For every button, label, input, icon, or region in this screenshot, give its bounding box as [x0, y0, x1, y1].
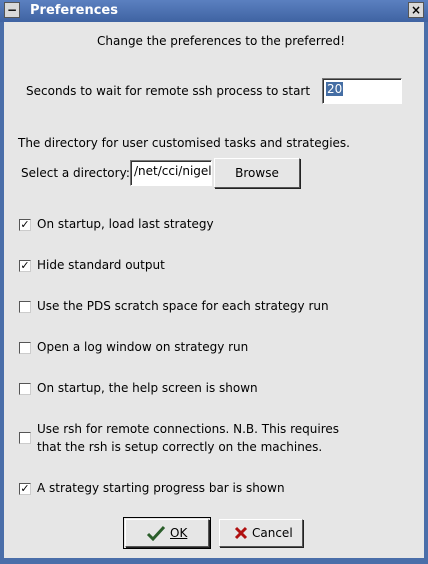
window-bottom-border[interactable]: [4, 558, 424, 564]
ok-button[interactable]: OK: [123, 517, 211, 549]
dialog-body: Change the preferences to the preferred!…: [4, 22, 424, 558]
browse-button[interactable]: Browse: [214, 158, 300, 188]
cancel-x-icon: [234, 526, 248, 540]
help-screen-label: On startup, the help screen is shown: [37, 381, 258, 395]
preferences-window: − Preferences × Change the preferences t…: [0, 0, 428, 564]
log-window-label: Open a log window on strategy run: [37, 340, 249, 354]
pds-scratch-label: Use the PDS scratch space for each strat…: [37, 299, 329, 313]
hide-standard-output-label: Hide standard output: [37, 258, 165, 272]
use-rsh-checkbox[interactable]: [19, 432, 31, 444]
hide-standard-output-checkbox[interactable]: ✓: [19, 260, 31, 272]
ssh-wait-input[interactable]: 20: [322, 78, 402, 104]
use-rsh-label-line1: Use rsh for remote connections. N.B. Thi…: [37, 422, 340, 436]
cancel-label: Cancel: [252, 526, 293, 540]
use-rsh-label-line2: that the rsh is setup correctly on the m…: [37, 440, 323, 454]
progress-bar-label: A strategy starting progress bar is show…: [37, 481, 285, 495]
load-last-strategy-label: On startup, load last strategy: [37, 217, 214, 231]
directory-description: The directory for user customised tasks …: [18, 136, 350, 150]
window-title: Preferences: [30, 3, 118, 18]
load-last-strategy-checkbox[interactable]: ✓: [19, 219, 31, 231]
select-directory-label: Select a directory:: [21, 166, 130, 180]
cancel-button[interactable]: Cancel: [219, 519, 303, 547]
ssh-wait-label: Seconds to wait for remote ssh process t…: [26, 84, 311, 98]
help-screen-checkbox[interactable]: [19, 383, 31, 395]
progress-bar-checkbox[interactable]: ✓: [19, 483, 31, 495]
log-window-checkbox[interactable]: [19, 342, 31, 354]
directory-input[interactable]: /net/cci/nigel: [130, 160, 212, 186]
window-menu-icon[interactable]: −: [4, 2, 20, 18]
title-bar[interactable]: − Preferences ×: [0, 0, 428, 22]
ok-label: OK: [170, 526, 188, 540]
close-icon[interactable]: ×: [408, 2, 424, 18]
ssh-wait-value: 20: [326, 82, 344, 96]
dialog-header: Change the preferences to the preferred!: [97, 34, 346, 48]
pds-scratch-checkbox[interactable]: [19, 301, 31, 313]
browse-label: Browse: [235, 166, 279, 180]
directory-value: /net/cci/nigel: [134, 164, 212, 178]
ok-check-icon: [146, 525, 166, 541]
